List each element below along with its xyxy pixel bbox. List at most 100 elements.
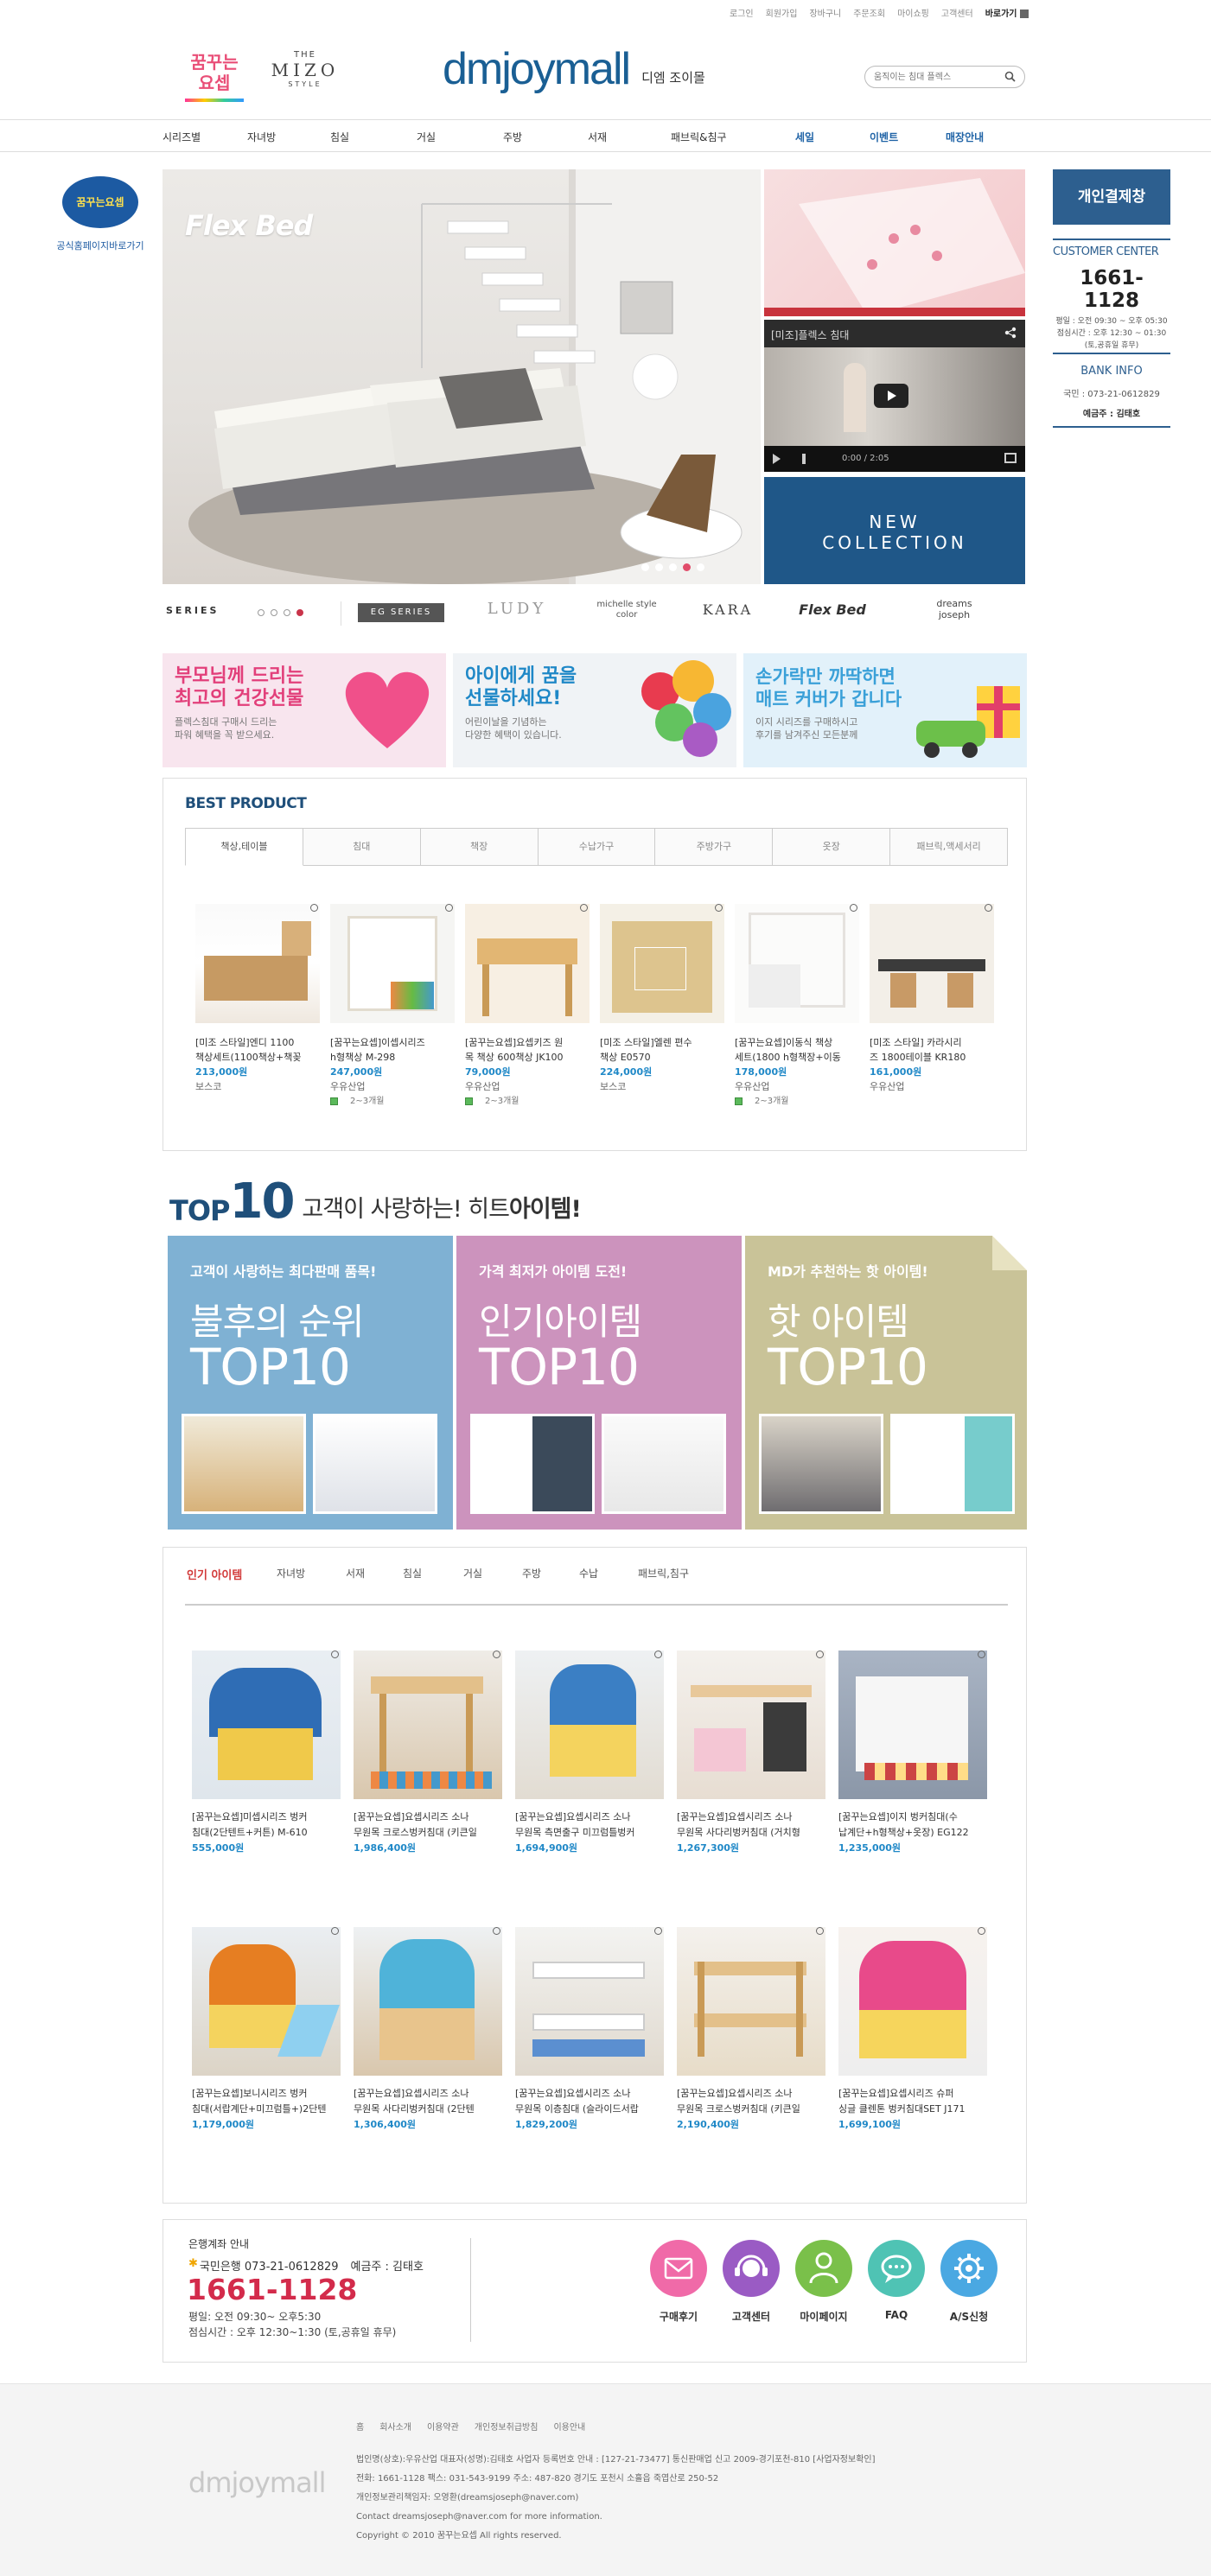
- popular-item-5[interactable]: [꿈꾸는요셉]이지 벙커침대(수 납계단+h형책상+옷장) EG122 1,23…: [838, 1651, 987, 1856]
- series-kara[interactable]: KARA: [693, 601, 762, 618]
- customer-center-button[interactable]: [723, 2240, 780, 2297]
- best-tab-bed[interactable]: 침대: [303, 828, 421, 866]
- faq-button[interactable]: [868, 2240, 925, 2297]
- hero-dot-1[interactable]: [641, 563, 649, 571]
- play-icon[interactable]: [874, 384, 908, 408]
- search-input[interactable]: [874, 70, 995, 84]
- personal-payment-button[interactable]: 개인결제창: [1053, 169, 1170, 225]
- best-item-5[interactable]: [꿈꾸는요셉]이동식 책상 세트(1800 h형책장+이동 178,000원 우…: [735, 904, 859, 1109]
- nav-kids-room[interactable]: 자녀방: [247, 130, 276, 144]
- dmjoymall-logo[interactable]: dmjoymall 디엠 조이몰: [443, 43, 705, 95]
- best-tab-kitchen[interactable]: 주방가구: [655, 828, 774, 866]
- top10-card-popular[interactable]: 가격 최저가 아이템 도전! 인기아이템 TOP10: [456, 1236, 742, 1530]
- fullscreen-icon[interactable]: [1004, 453, 1017, 463]
- popular-item-10[interactable]: [꿈꾸는요셉]요셉시리즈 슈퍼 싱글 클렌톤 벙커침대SET J171 1,69…: [838, 1927, 987, 2133]
- best-tab-wardrobe[interactable]: 옷장: [773, 828, 891, 866]
- best-tab-bookshelf[interactable]: 책장: [420, 828, 539, 866]
- popular-tab-bedroom[interactable]: 침실: [403, 1566, 422, 1581]
- footer-privacy-link[interactable]: 개인정보취급방침: [475, 2420, 539, 2433]
- mypage-button[interactable]: [795, 2240, 852, 2297]
- popular-item-2[interactable]: [꿈꾸는요셉]요셉시리즈 소나 무원목 크로스벙커침대 (키큰일 1,986,4…: [354, 1651, 502, 1856]
- nav-series[interactable]: 시리즈별: [163, 130, 201, 144]
- zoom-icon[interactable]: [715, 904, 723, 912]
- series-dot-3[interactable]: [284, 609, 290, 616]
- as-request-button[interactable]: [940, 2240, 997, 2297]
- popular-tab-storage[interactable]: 수납: [579, 1566, 598, 1581]
- login-link[interactable]: 로그인: [730, 6, 754, 19]
- zoom-icon[interactable]: [310, 904, 318, 912]
- nav-sale[interactable]: 세일: [795, 130, 814, 144]
- promo-banner-mattress[interactable]: 손가락만 까딱하면 매트 커버가 갑니다 이지 시리즈를 구매하시고 후기를 남겨주…: [743, 653, 1027, 767]
- nav-kitchen[interactable]: 주방: [503, 130, 522, 144]
- review-button[interactable]: [650, 2240, 707, 2297]
- best-item-3[interactable]: [꿈꾸는요셉]요셉키즈 원 목 책상 600책상 JK100 79,000원 우…: [465, 904, 590, 1109]
- footer-home-link[interactable]: 홈: [356, 2420, 364, 2433]
- zoom-icon[interactable]: [978, 1927, 985, 1935]
- popular-item-4[interactable]: [꿈꾸는요셉]요셉시리즈 소나 무원목 사다리벙커침대 (거치형 1,267,3…: [677, 1651, 825, 1856]
- search-icon[interactable]: [1004, 71, 1016, 82]
- popular-item-3[interactable]: [꿈꾸는요셉]요셉시리즈 소나 무원목 측면출구 미끄럼틀벙커 1,694,90…: [515, 1651, 664, 1856]
- popular-item-8[interactable]: [꿈꾸는요셉]요셉시리즈 소나 무원목 이층침대 (슬라이드서랍 1,829,2…: [515, 1927, 664, 2133]
- series-dot-1[interactable]: [258, 609, 265, 616]
- yosep-badge[interactable]: 꿈꾸는요셉: [62, 176, 138, 228]
- mizo-logo[interactable]: THE MIZO STYLE: [270, 50, 341, 107]
- popular-item-6[interactable]: [꿈꾸는요셉]보니시리즈 벙커 침대(서랍계단+미끄럼틀+)2단텐 1,179,…: [192, 1927, 341, 2133]
- zoom-icon[interactable]: [493, 1651, 500, 1658]
- cs-link[interactable]: 고객센터: [941, 6, 973, 19]
- series-dot-4[interactable]: [296, 609, 303, 616]
- new-collection-banner[interactable]: NEW COLLECTION: [764, 477, 1025, 584]
- top10-card-hot[interactable]: MD가 추천하는 핫 아이템! 핫 아이템 TOP10: [745, 1236, 1027, 1530]
- series-michelle[interactable]: michelle style color: [588, 600, 666, 620]
- popular-tab-kids[interactable]: 자녀방: [277, 1566, 305, 1581]
- official-homepage-link[interactable]: 공식홈페이지바로가기: [48, 239, 152, 252]
- best-item-6[interactable]: [미조 스타일] 카라시리 즈 1800테이블 KR180 161,000원 우…: [870, 904, 994, 1094]
- nav-store[interactable]: 매장안내: [946, 130, 984, 144]
- zoom-icon[interactable]: [654, 1927, 662, 1935]
- play-small-icon[interactable]: [773, 454, 781, 464]
- series-dreams-joseph[interactable]: dreams joseph: [928, 598, 980, 620]
- zoom-icon[interactable]: [654, 1651, 662, 1658]
- zoom-icon[interactable]: [816, 1651, 824, 1658]
- popular-item-1[interactable]: [꿈꾸는요셉]미셉시리즈 벙커 침대(2단텐트+커튼) M-610 555,00…: [192, 1651, 341, 1856]
- zoom-icon[interactable]: [816, 1927, 824, 1935]
- hero-dot-2[interactable]: [655, 563, 663, 571]
- best-tab-desk[interactable]: 책상,테이블: [185, 828, 303, 866]
- zoom-icon[interactable]: [331, 1927, 339, 1935]
- hero-dot-4[interactable]: [683, 563, 691, 571]
- nav-study[interactable]: 서재: [588, 130, 607, 144]
- footer-guide-link[interactable]: 이용안내: [553, 2420, 585, 2433]
- series-ludy[interactable]: LUDY: [474, 600, 560, 618]
- nav-living[interactable]: 거실: [417, 130, 436, 144]
- best-tab-fabric[interactable]: 패브릭,액세서리: [890, 828, 1009, 866]
- zoom-icon[interactable]: [985, 904, 992, 912]
- promo-banner-parents[interactable]: 부모님께 드리는 최고의 건강선물 플렉스침대 구매시 드리는 파워 혜택을 꼭 받…: [163, 653, 446, 767]
- cart-link[interactable]: 장바구니: [809, 6, 841, 19]
- series-eg[interactable]: EG SERIES: [358, 603, 444, 622]
- order-link[interactable]: 주문조회: [853, 6, 885, 19]
- best-item-4[interactable]: [미조 스타일]엘렌 편수 책상 E0570 224,000원 보스코: [600, 904, 724, 1094]
- promo-pink-banner[interactable]: [764, 169, 1025, 316]
- popular-tab-living[interactable]: 거실: [463, 1566, 482, 1581]
- best-item-1[interactable]: [미조 스타일]엔디 1100 책상세트(1100책상+책꽂 213,000원 …: [195, 904, 320, 1094]
- share-icon[interactable]: [1004, 327, 1017, 339]
- zoom-icon[interactable]: [978, 1651, 985, 1658]
- footer-about-link[interactable]: 회사소개: [379, 2420, 411, 2433]
- myshop-link[interactable]: 마이쇼핑: [897, 6, 929, 19]
- promo-banner-kids[interactable]: 아이에게 꿈을 선물하세요! 어린이날을 기념하는 다양한 혜택이 있습니다.: [453, 653, 736, 767]
- nav-fabric[interactable]: 패브릭&침구: [671, 130, 727, 144]
- series-flexbed[interactable]: Flex Bed: [794, 601, 871, 618]
- yosep-logo[interactable]: 꿈꾸는요셉: [185, 52, 244, 105]
- hero-main-banner[interactable]: Flex Bed: [163, 169, 761, 584]
- series-dot-2[interactable]: [271, 609, 277, 616]
- hero-dot-3[interactable]: [669, 563, 677, 571]
- volume-icon[interactable]: [802, 454, 813, 464]
- zoom-icon[interactable]: [850, 904, 857, 912]
- zoom-icon[interactable]: [493, 1927, 500, 1935]
- top10-card-best[interactable]: 고객이 사랑하는 최다판매 품목! 불후의 순위 TOP10: [168, 1236, 453, 1530]
- popular-item-9[interactable]: [꿈꾸는요셉]요셉시리즈 소나 무원목 크로스벙커침대 (키큰일 2,190,4…: [677, 1927, 825, 2133]
- nav-event[interactable]: 이벤트: [870, 130, 898, 144]
- join-link[interactable]: 회원가입: [766, 6, 798, 19]
- footer-terms-link[interactable]: 이용약관: [427, 2420, 459, 2433]
- popular-tab-items[interactable]: 인기 아이템: [187, 1566, 242, 1582]
- popular-tab-study[interactable]: 서재: [346, 1566, 365, 1581]
